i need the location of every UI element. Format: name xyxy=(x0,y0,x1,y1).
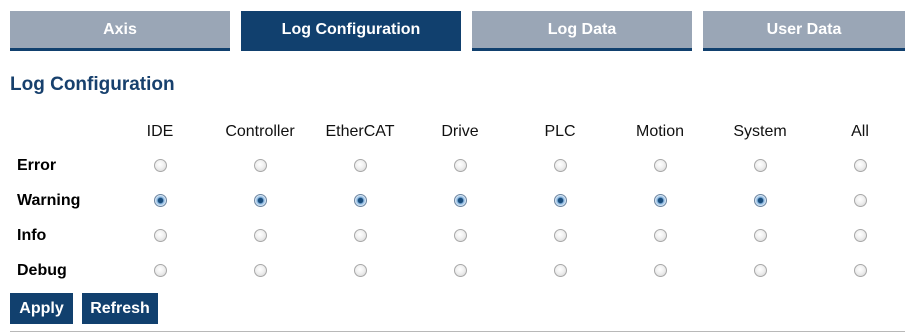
grid-cell xyxy=(210,148,310,183)
radio-debug-motion[interactable] xyxy=(653,263,667,277)
column-header-ide: IDE xyxy=(146,123,174,140)
tab-log-data[interactable]: Log Data xyxy=(472,11,692,51)
column-header-all: All xyxy=(851,123,869,140)
radio-error-all[interactable] xyxy=(853,158,867,172)
log-level-table: IDE Controller EtherCAT Drive PLC Motion… xyxy=(10,116,910,288)
grid-cell xyxy=(710,253,810,288)
radio-error-ethercat[interactable] xyxy=(353,158,367,172)
radio-info-ide[interactable] xyxy=(153,228,167,242)
grid-cell xyxy=(510,218,610,253)
row-label-warning: Warning xyxy=(17,191,81,209)
tab-user-data[interactable]: User Data xyxy=(703,11,905,51)
grid-cell xyxy=(610,253,710,288)
column-header-row: IDE Controller EtherCAT Drive PLC Motion… xyxy=(10,116,910,148)
row-label-info: Info xyxy=(17,226,47,244)
grid-cell xyxy=(610,148,710,183)
grid-cell xyxy=(210,253,310,288)
grid-cell xyxy=(110,218,210,253)
grid-cell xyxy=(510,183,610,218)
grid-cell xyxy=(110,253,210,288)
radio-warning-drive[interactable] xyxy=(453,193,467,207)
tab-axis[interactable]: Axis xyxy=(10,11,230,51)
radio-info-drive[interactable] xyxy=(453,228,467,242)
table-row-warning: Warning xyxy=(10,183,910,218)
grid-cell xyxy=(410,253,510,288)
radio-error-motion[interactable] xyxy=(653,158,667,172)
grid-cell xyxy=(510,148,610,183)
grid-cell xyxy=(510,253,610,288)
page-title: Log Configuration xyxy=(10,74,175,95)
radio-debug-ide[interactable] xyxy=(153,263,167,277)
radio-warning-motion[interactable] xyxy=(653,193,667,207)
column-header-plc: PLC xyxy=(544,123,576,140)
grid-cell xyxy=(210,218,310,253)
radio-info-system[interactable] xyxy=(753,228,767,242)
radio-info-controller[interactable] xyxy=(253,228,267,242)
radio-info-plc[interactable] xyxy=(553,228,567,242)
grid-cell xyxy=(110,183,210,218)
grid-cell xyxy=(310,218,410,253)
row-label-debug: Debug xyxy=(17,261,67,279)
column-header-system: System xyxy=(733,123,787,140)
radio-debug-ethercat[interactable] xyxy=(353,263,367,277)
radio-warning-system[interactable] xyxy=(753,193,767,207)
column-header-ethercat: EtherCAT xyxy=(325,123,395,140)
grid-cell xyxy=(410,148,510,183)
column-header-controller: Controller xyxy=(225,123,295,140)
grid-cell xyxy=(810,148,910,183)
grid-cell xyxy=(810,253,910,288)
grid-cell xyxy=(710,148,810,183)
grid-cell xyxy=(310,253,410,288)
grid-cell xyxy=(310,148,410,183)
column-header-drive: Drive xyxy=(441,123,479,140)
radio-debug-drive[interactable] xyxy=(453,263,467,277)
grid-cell xyxy=(710,183,810,218)
radio-error-system[interactable] xyxy=(753,158,767,172)
grid-cell xyxy=(610,183,710,218)
apply-button[interactable]: Apply xyxy=(10,293,73,324)
grid-cell xyxy=(410,183,510,218)
grid-cell xyxy=(110,148,210,183)
radio-error-controller[interactable] xyxy=(253,158,267,172)
table-row-error: Error xyxy=(10,148,910,183)
radio-warning-plc[interactable] xyxy=(553,193,567,207)
grid-cell xyxy=(610,218,710,253)
grid-cell xyxy=(210,183,310,218)
radio-debug-system[interactable] xyxy=(753,263,767,277)
radio-warning-ide[interactable] xyxy=(153,193,167,207)
bottom-divider xyxy=(10,331,905,332)
radio-debug-all[interactable] xyxy=(853,263,867,277)
radio-error-drive[interactable] xyxy=(453,158,467,172)
table-row-info: Info xyxy=(10,218,910,253)
column-header-corner xyxy=(10,116,110,148)
radio-info-ethercat[interactable] xyxy=(353,228,367,242)
grid-cell xyxy=(810,183,910,218)
radio-info-motion[interactable] xyxy=(653,228,667,242)
column-header-motion: Motion xyxy=(635,123,685,140)
grid-cell xyxy=(410,218,510,253)
tab-log-configuration[interactable]: Log Configuration xyxy=(241,11,461,51)
radio-debug-controller[interactable] xyxy=(253,263,267,277)
grid-cell xyxy=(810,218,910,253)
radio-warning-ethercat[interactable] xyxy=(353,193,367,207)
radio-warning-all[interactable] xyxy=(853,193,867,207)
table-row-debug: Debug xyxy=(10,253,910,288)
tab-bar: Axis Log Configuration Log Data User Dat… xyxy=(10,11,905,51)
grid-cell xyxy=(710,218,810,253)
refresh-button[interactable]: Refresh xyxy=(82,293,158,324)
radio-debug-plc[interactable] xyxy=(553,263,567,277)
radio-warning-controller[interactable] xyxy=(253,193,267,207)
grid-cell xyxy=(310,183,410,218)
radio-info-all[interactable] xyxy=(853,228,867,242)
radio-error-ide[interactable] xyxy=(153,158,167,172)
radio-error-plc[interactable] xyxy=(553,158,567,172)
row-label-error: Error xyxy=(17,156,57,174)
